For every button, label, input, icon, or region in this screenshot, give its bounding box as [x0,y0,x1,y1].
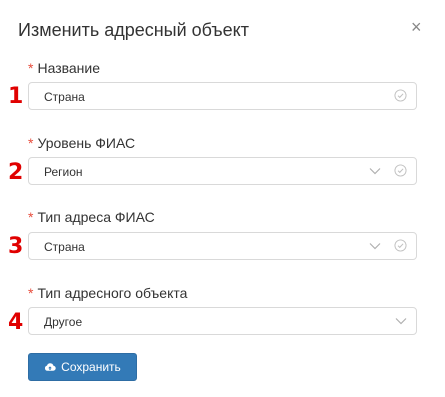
chevron-down-icon [369,243,381,250]
address-object-type-select[interactable]: Другое [28,307,417,335]
check-circle-icon [394,164,407,177]
chevron-down-icon [369,168,381,175]
chevron-down-icon [395,318,407,325]
required-marker: * [28,209,34,225]
check-circle-icon [394,239,407,252]
name-input[interactable]: Страна [28,82,417,110]
field-label-text: Уровень ФИАС [37,135,136,151]
field-label-name: * Название [28,60,100,76]
modal-title: Изменить адресный объект [18,20,249,40]
annotation-number-1: 1 [8,84,24,109]
annotation-number-4: 4 [8,310,24,335]
field-label-address-object-type: * Тип адресного объекта [28,285,187,301]
check-circle-icon [394,89,407,102]
address-object-type-select-value: Другое [44,315,83,329]
field-label-text: Тип адреса ФИАС [37,209,155,225]
fias-level-select-value: Регион [44,165,83,179]
name-input-value: Страна [44,90,85,104]
field-label-fias-address-type: * Тип адреса ФИАС [28,209,155,225]
save-button-label: Сохранить [61,360,121,374]
field-label-text: Тип адресного объекта [37,285,188,301]
required-marker: * [28,60,34,76]
required-marker: * [28,285,34,301]
required-marker: * [28,135,34,151]
save-button[interactable]: Сохранить [28,353,137,381]
field-label-fias-level: * Уровень ФИАС [28,135,135,151]
fias-address-type-select[interactable]: Страна [28,232,417,260]
fias-address-type-select-value: Страна [44,240,85,254]
fias-level-select[interactable]: Регион [28,157,417,185]
field-label-text: Название [37,60,101,76]
cloud-upload-icon [45,363,56,371]
annotation-number-2: 2 [8,160,24,185]
close-icon[interactable]: × [411,18,422,36]
annotation-number-3: 3 [8,234,24,259]
